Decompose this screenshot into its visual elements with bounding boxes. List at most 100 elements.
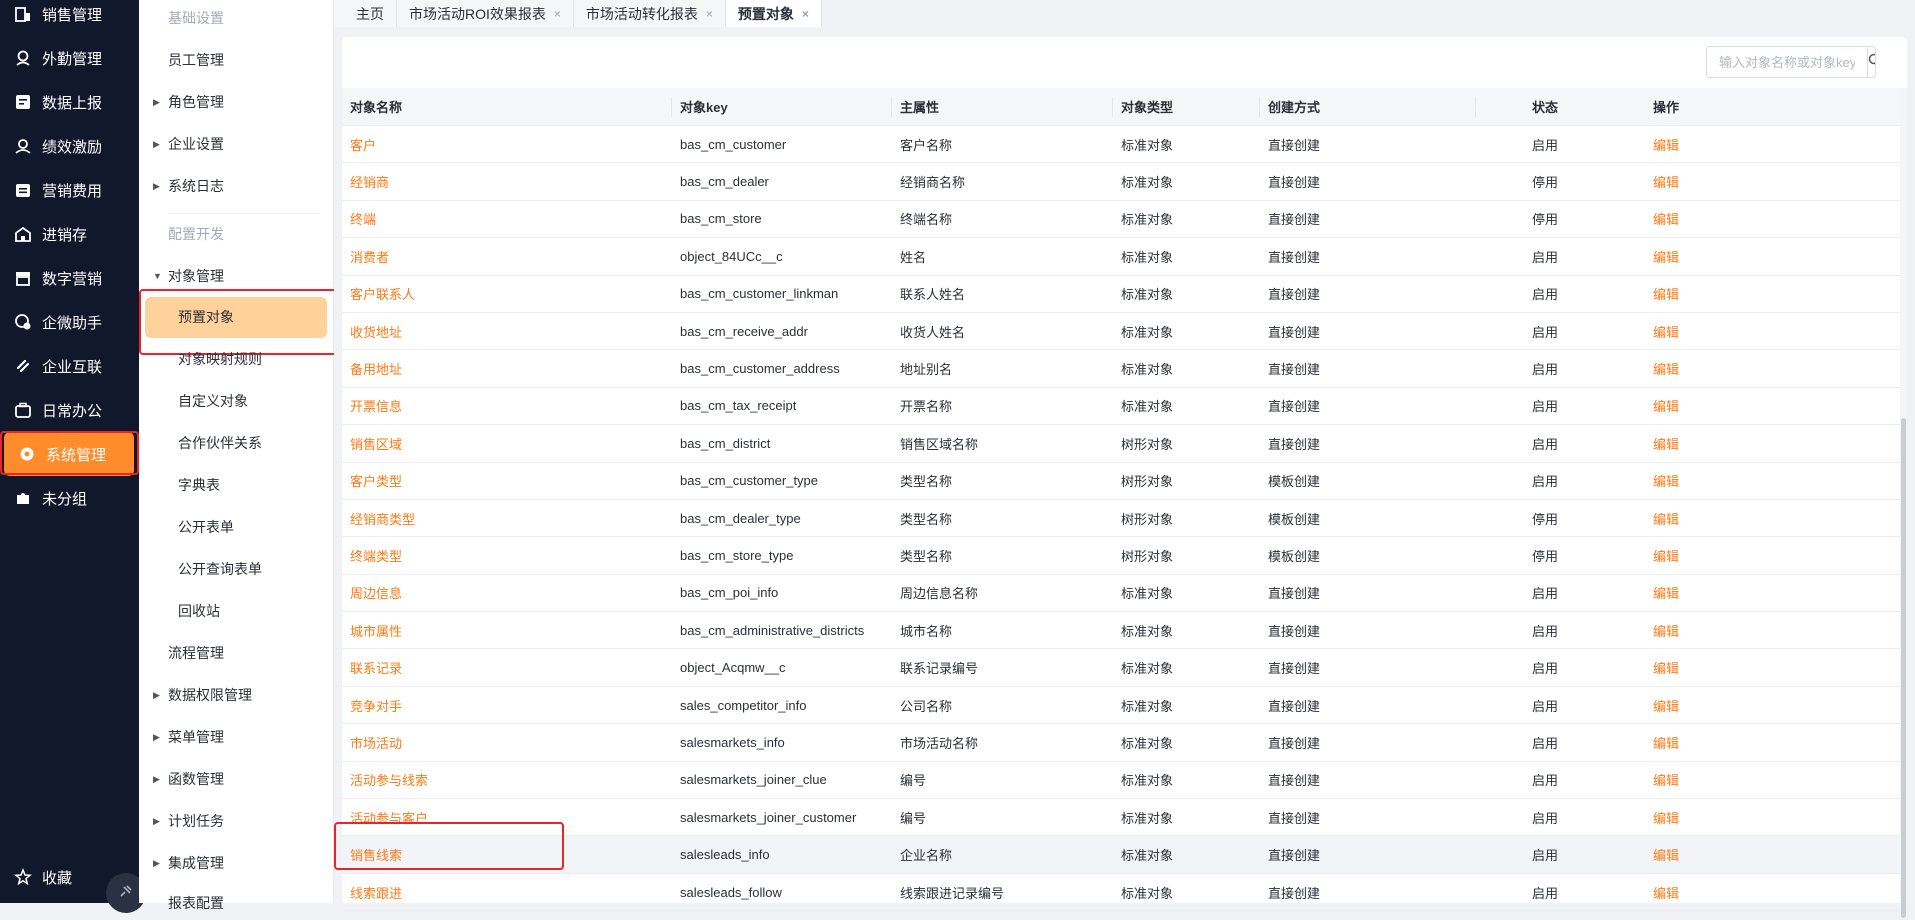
object-name-link[interactable]: 客户联系人 — [342, 284, 672, 303]
menu-item-public-query-form[interactable]: 公开查询表单 — [139, 552, 333, 586]
menu-item-dictionary[interactable]: 字典表 — [139, 468, 333, 502]
edit-link[interactable]: 编辑 — [1629, 770, 1749, 789]
edit-link[interactable]: 编辑 — [1629, 135, 1749, 154]
menu-item-function[interactable]: ▶ 函数管理 — [139, 762, 333, 796]
tab-preset-objects[interactable]: 预置对象 × — [725, 0, 822, 27]
puzzle-icon — [14, 489, 32, 507]
table-cell: 标准对象 — [1121, 249, 1174, 265]
tab-home[interactable]: 主页 — [334, 0, 397, 27]
edit-link[interactable]: 编辑 — [1629, 808, 1749, 827]
nav-item-field[interactable]: 外勤管理 — [0, 36, 139, 80]
edit-link[interactable]: 编辑 — [1629, 621, 1749, 640]
menu-item-partner[interactable]: 合作伙伴关系 — [139, 426, 333, 460]
object-name-link[interactable]: 城市属性 — [342, 621, 672, 640]
object-name-link[interactable]: 备用地址 — [342, 359, 672, 378]
tab-conversion-report[interactable]: 市场活动转化报表 × — [573, 0, 726, 27]
object-name-link[interactable]: 线索跟进 — [342, 883, 672, 902]
object-name-link[interactable]: 经销商类型 — [342, 509, 672, 528]
object-name-link[interactable]: 经销商 — [342, 172, 672, 191]
close-icon[interactable]: × — [706, 7, 713, 21]
edit-link[interactable]: 编辑 — [1629, 284, 1749, 303]
edit-link[interactable]: 编辑 — [1629, 583, 1749, 602]
menu-item-process[interactable]: 流程管理 — [139, 636, 333, 670]
table-row: 联系记录 object_Acqmw__c 联系记录编号 标准对象 直接创建 启用 编辑 — [342, 649, 1900, 687]
menu-item-object-mapping[interactable]: 对象映射规则 — [139, 342, 333, 376]
menu-item-scheduled-task[interactable]: ▶ 计划任务 — [139, 804, 333, 838]
content-card: 对象名称 对象key 主属性 对象类型 创建方式 状态 操作 客户 bas_cm_… — [334, 37, 1907, 918]
edit-link[interactable]: 编辑 — [1629, 434, 1749, 453]
edit-link[interactable]: 编辑 — [1629, 247, 1749, 266]
close-icon[interactable]: × — [802, 7, 809, 21]
edit-link[interactable]: 编辑 — [1629, 509, 1749, 528]
nav-item-inventory[interactable]: 进销存 — [0, 212, 139, 256]
search-button[interactable] — [1867, 47, 1875, 77]
nav-item-ungrouped[interactable]: 未分组 — [0, 476, 139, 520]
nav-item-report[interactable]: 数据上报 — [0, 80, 139, 124]
edit-link[interactable]: 编辑 — [1629, 209, 1749, 228]
object-name-link[interactable]: 终端 — [342, 209, 672, 228]
edit-link[interactable]: 编辑 — [1629, 883, 1749, 902]
object-name-link[interactable]: 销售区域 — [342, 434, 672, 453]
table-cell: 启用 — [1532, 137, 1559, 153]
edit-link[interactable]: 编辑 — [1629, 696, 1749, 715]
table-cell: 启用 — [1532, 474, 1559, 490]
store-building-icon — [14, 5, 32, 23]
table-cell: 周边信息名称 — [900, 586, 979, 602]
object-name-link[interactable]: 开票信息 — [342, 396, 672, 415]
edit-link[interactable]: 编辑 — [1629, 733, 1749, 752]
tab-roi-report[interactable]: 市场活动ROI效果报表 × — [397, 0, 574, 27]
menu-item-enterprise-settings[interactable]: ▶ 企业设置 — [139, 127, 333, 161]
menu-item-object-management[interactable]: ▼ 对象管理 — [139, 259, 333, 293]
object-name-link[interactable]: 收货地址 — [342, 322, 672, 341]
nav-item-digital-marketing[interactable]: 数字营销 — [0, 256, 139, 300]
object-name-link[interactable]: 周边信息 — [342, 583, 672, 602]
menu-item-employee[interactable]: 员工管理 — [139, 43, 333, 77]
warehouse-icon — [14, 225, 32, 243]
menu-label: 公开表单 — [178, 519, 234, 535]
table-cell: salesleads_info — [680, 847, 770, 863]
menu-item-menu-management[interactable]: ▶ 菜单管理 — [139, 720, 333, 754]
vertical-scrollbar[interactable] — [1900, 88, 1907, 918]
nav-item-marketing-cost[interactable]: 营销费用 — [0, 168, 139, 212]
object-name-link[interactable]: 消费者 — [342, 247, 672, 266]
edit-link[interactable]: 编辑 — [1629, 396, 1749, 415]
table-cell: 启用 — [1532, 623, 1559, 639]
edit-link[interactable]: 编辑 — [1629, 172, 1749, 191]
object-name-link[interactable]: 客户类型 — [342, 471, 672, 490]
table-cell: 启用 — [1532, 399, 1559, 415]
scrollbar-thumb[interactable] — [1901, 418, 1906, 918]
menu-item-report-config[interactable]: 报表配置 — [139, 886, 333, 920]
table-cell: 启用 — [1532, 436, 1559, 452]
menu-item-integration[interactable]: ▶ 集成管理 — [139, 846, 333, 880]
nav-item-enterprise-link[interactable]: 企业互联 — [0, 344, 139, 388]
nav-item-office[interactable]: 日常办公 — [0, 388, 139, 432]
edit-link[interactable]: 编辑 — [1629, 546, 1749, 565]
edit-link[interactable]: 编辑 — [1629, 359, 1749, 378]
menu-item-role[interactable]: ▶ 角色管理 — [139, 85, 333, 119]
search-input[interactable] — [1707, 47, 1867, 77]
table-cell: 地址别名 — [900, 362, 953, 378]
edit-link[interactable]: 编辑 — [1629, 471, 1749, 490]
object-name-link[interactable]: 终端类型 — [342, 546, 672, 565]
object-name-link[interactable]: 活动参与线索 — [342, 770, 672, 789]
menu-label: 员工管理 — [168, 52, 224, 68]
menu-item-data-permission[interactable]: ▶ 数据权限管理 — [139, 678, 333, 712]
object-name-link[interactable]: 市场活动 — [342, 733, 672, 752]
object-name-link[interactable]: 联系记录 — [342, 658, 672, 677]
column-header: 主属性 — [892, 96, 1113, 117]
menu-item-public-form[interactable]: 公开表单 — [139, 510, 333, 544]
menu-item-system-log[interactable]: ▶ 系统日志 — [139, 169, 333, 203]
edit-link[interactable]: 编辑 — [1629, 845, 1749, 864]
nav-item-wecom[interactable]: 企微助手 — [0, 300, 139, 344]
close-icon[interactable]: × — [554, 7, 561, 21]
object-name-link[interactable]: 竞争对手 — [342, 696, 672, 715]
table-cell: 直接创建 — [1268, 399, 1321, 415]
object-name-link[interactable]: 客户 — [342, 135, 672, 154]
nav-item-sales[interactable]: 销售管理 — [0, 0, 139, 36]
nav-item-performance[interactable]: 绩效激励 — [0, 124, 139, 168]
table-row: 经销商 bas_cm_dealer 经销商名称 标准对象 直接创建 停用 编辑 — [342, 163, 1900, 201]
menu-item-custom-objects[interactable]: 自定义对象 — [139, 384, 333, 418]
edit-link[interactable]: 编辑 — [1629, 658, 1749, 677]
edit-link[interactable]: 编辑 — [1629, 322, 1749, 341]
menu-item-recycle-bin[interactable]: 回收站 — [139, 594, 333, 628]
